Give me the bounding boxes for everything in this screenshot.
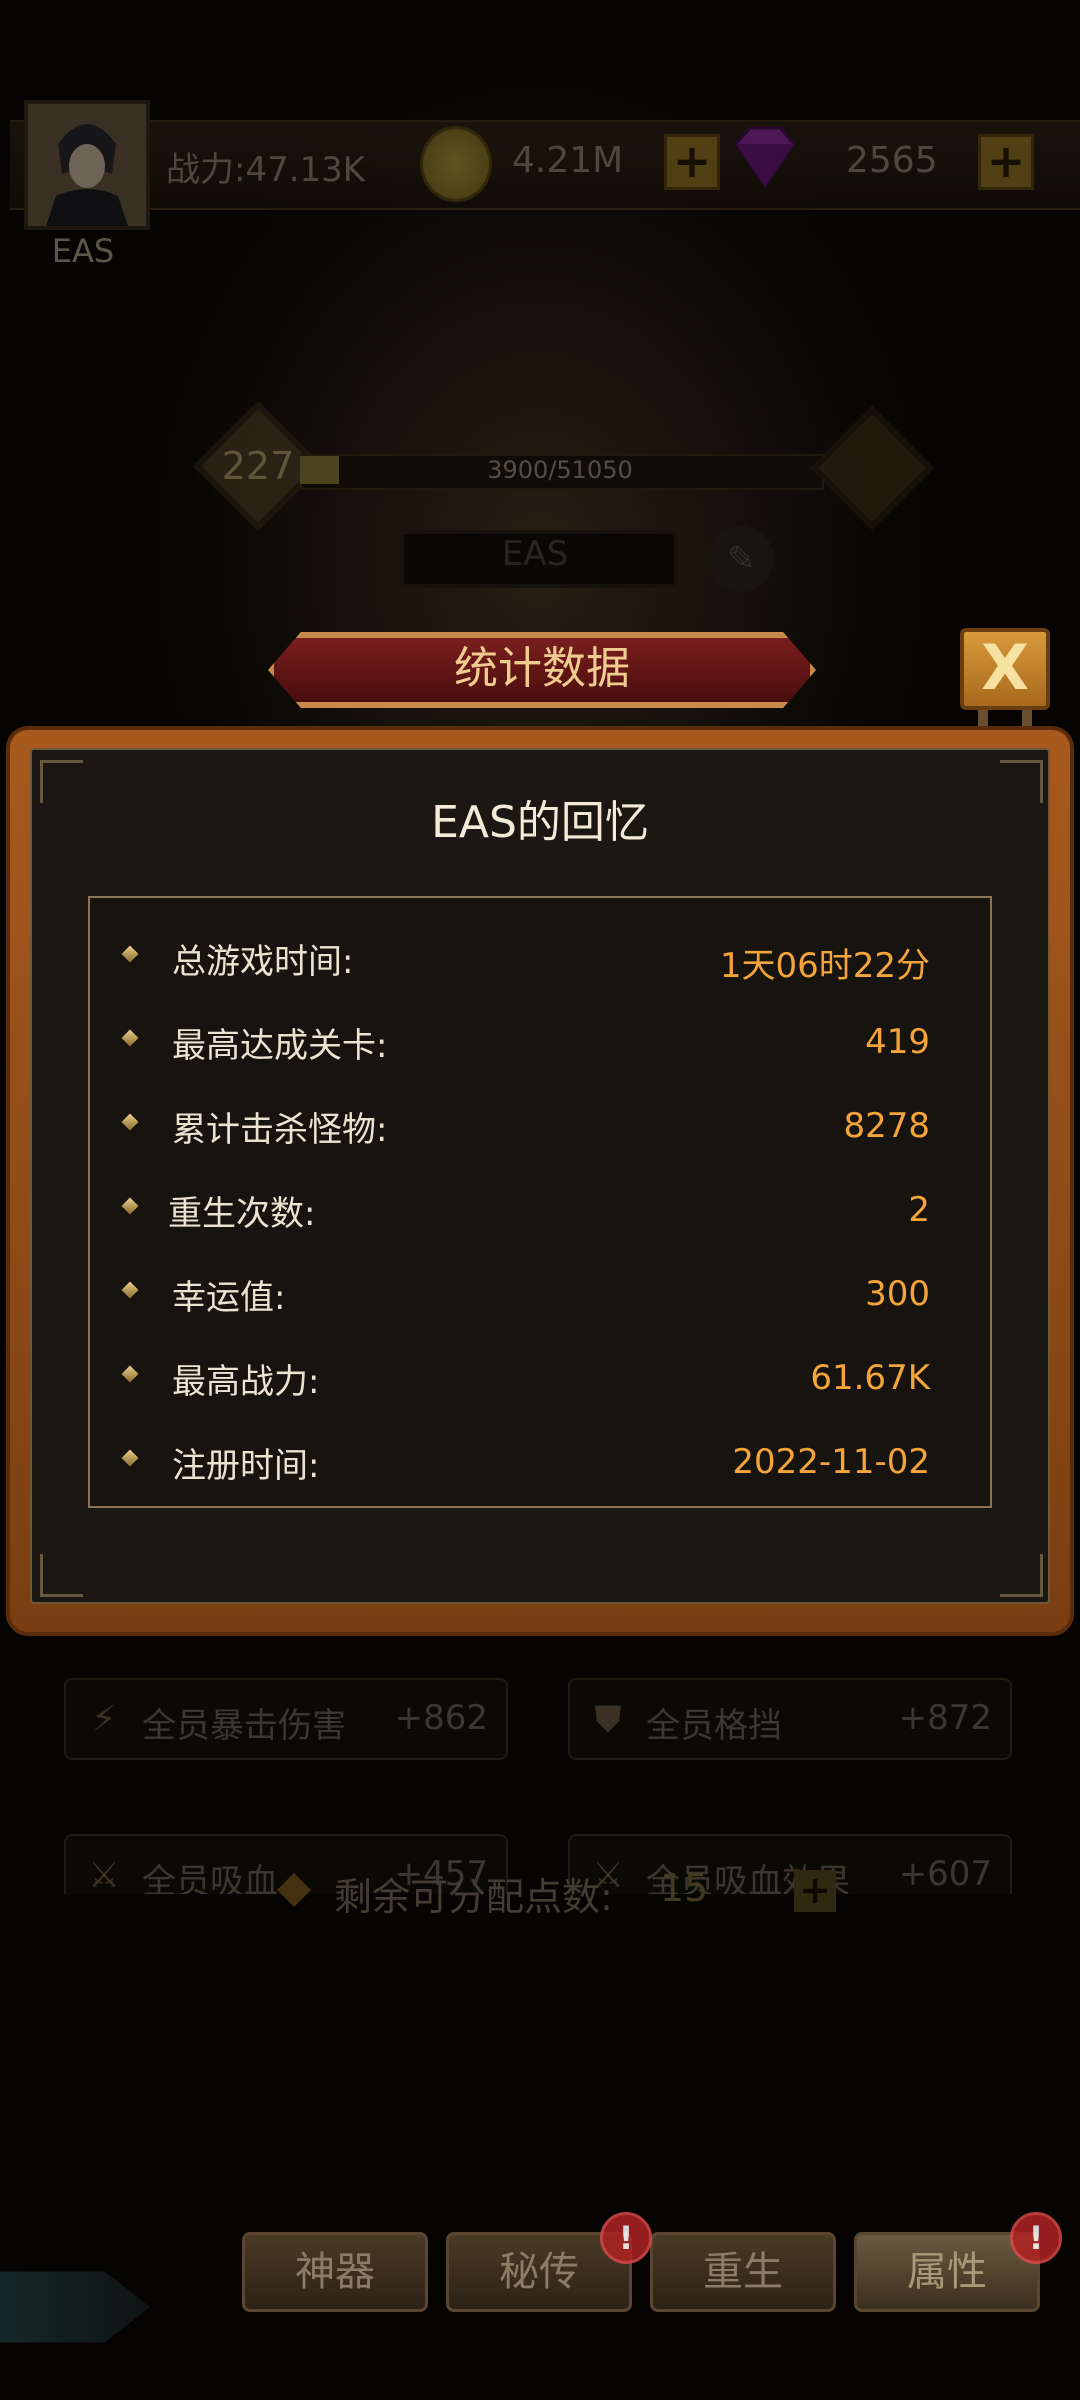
stat-value: 8278 bbox=[843, 1106, 930, 1146]
bullet-icon bbox=[121, 1449, 139, 1467]
stat-value: 300 bbox=[865, 1274, 930, 1314]
stat-row: 幸运值: 300 bbox=[88, 1260, 992, 1320]
stat-label: 累计击杀怪物: bbox=[172, 1110, 388, 1150]
stat-label: 总游戏时间: bbox=[172, 942, 354, 982]
alert-badge: ! bbox=[600, 2212, 652, 2264]
stat-row: 注册时间: 2022-11-02 bbox=[88, 1428, 992, 1488]
bullet-icon bbox=[121, 1113, 139, 1131]
corner-ornament bbox=[1000, 1554, 1043, 1597]
stat-row: 总游戏时间: 1天06时22分 bbox=[88, 924, 992, 986]
bullet-icon bbox=[121, 1197, 139, 1215]
dialog-title: EAS的回忆 bbox=[431, 797, 649, 848]
stat-row: 重生次数: 2 bbox=[88, 1176, 992, 1236]
close-button[interactable]: X bbox=[960, 628, 1050, 710]
bullet-icon bbox=[121, 1029, 139, 1047]
stat-value: 2 bbox=[908, 1190, 930, 1230]
stat-value: 2022-11-02 bbox=[732, 1442, 930, 1482]
stat-row: 最高战力: 61.67K bbox=[88, 1344, 992, 1404]
stat-row: 累计击杀怪物: 8278 bbox=[88, 1092, 992, 1152]
stat-label: 重生次数: bbox=[168, 1194, 316, 1234]
stat-label: 注册时间: bbox=[172, 1446, 320, 1486]
stat-row: 最高达成关卡: 419 bbox=[88, 1008, 992, 1068]
stat-label: 幸运值: bbox=[172, 1278, 286, 1318]
stat-value: 61.67K bbox=[810, 1358, 930, 1398]
tab-rebirth[interactable]: 重生 bbox=[650, 2232, 836, 2312]
stat-label: 最高战力: bbox=[172, 1362, 320, 1402]
dialog-banner-text: 统计数据 bbox=[454, 643, 630, 694]
alert-badge: ! bbox=[1010, 2212, 1062, 2264]
bullet-icon bbox=[121, 945, 139, 963]
stat-value: 419 bbox=[865, 1022, 930, 1062]
corner-ornament bbox=[40, 1554, 83, 1597]
stat-value: 1天06时22分 bbox=[719, 946, 930, 986]
stat-label: 最高达成关卡: bbox=[172, 1026, 388, 1066]
bullet-icon bbox=[121, 1281, 139, 1299]
tab-artifact[interactable]: 神器 bbox=[242, 2232, 428, 2312]
bullet-icon bbox=[121, 1365, 139, 1383]
